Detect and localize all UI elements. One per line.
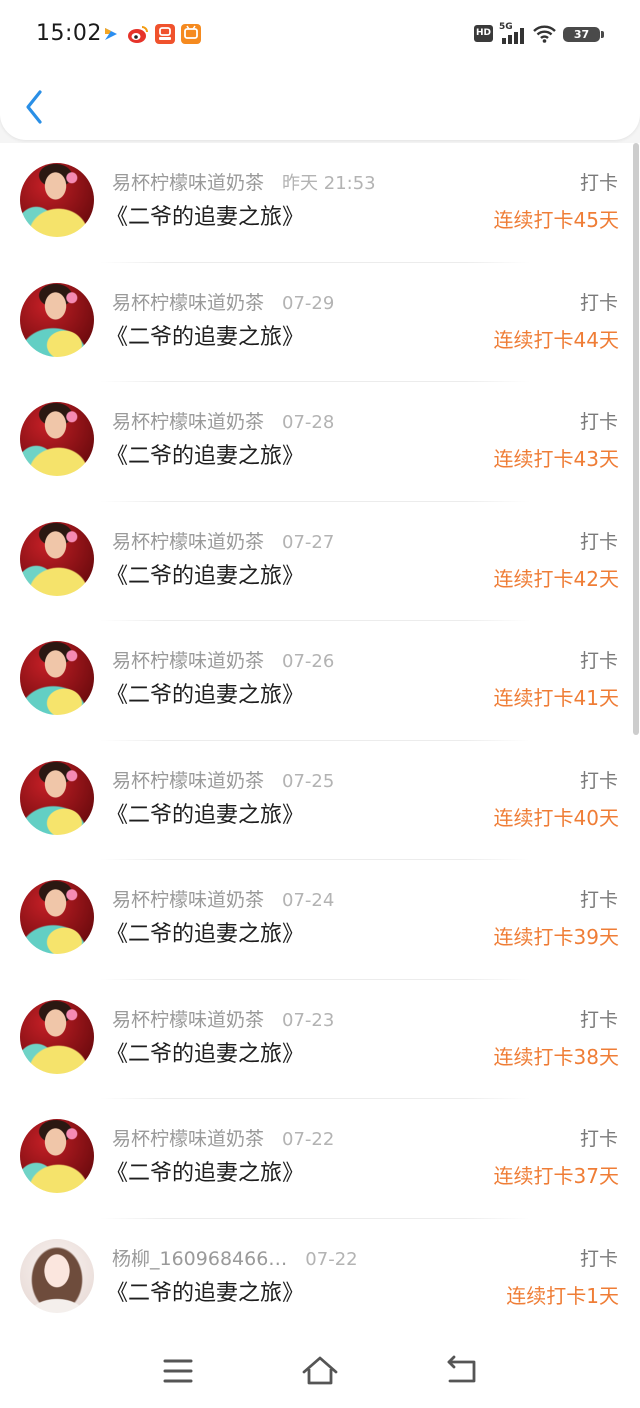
checkin-streak: 连续打卡42天 (493, 566, 619, 591)
meta-line: 易杯柠檬味道奶茶 07-27 (112, 529, 334, 555)
checkin-streak: 连续打卡45天 (493, 208, 619, 232)
avatar[interactable] (20, 163, 94, 237)
meta-line: 易杯柠檬味道奶茶 昨天 21:53 (112, 170, 376, 196)
user-name: 易杯柠檬味道奶茶 (112, 769, 265, 792)
list-item[interactable]: 易杯柠檬味道奶茶 昨天 21:53 《二爷的追妻之旅》 打卡 连续打卡45天 (0, 143, 640, 263)
checkin-label: 打卡 (579, 769, 618, 792)
meta-line: 易杯柠檬味道奶茶 07-24 (112, 887, 334, 913)
timestamp: 昨天 21:53 (282, 173, 376, 194)
timestamp: 07-22 (305, 1248, 358, 1270)
avatar[interactable] (20, 1119, 94, 1193)
timestamp: 07-27 (282, 531, 335, 553)
list-item[interactable]: 易杯柠檬味道奶茶 07-29 《二爷的追妻之旅》 打卡 连续打卡44天 (0, 263, 640, 382)
list-item[interactable]: 易杯柠檬味道奶茶 07-22 《二爷的追妻之旅》 打卡 连续打卡37天 (0, 1099, 640, 1219)
return-icon[interactable] (438, 1350, 486, 1396)
app-arrow-icon (105, 28, 117, 40)
checkin-label: 打卡 (579, 1128, 618, 1150)
meta-line: 易杯柠檬味道奶茶 07-28 (112, 409, 334, 435)
checkin-streak: 连续打卡37天 (493, 1164, 619, 1188)
checkin-streak: 连续打卡39天 (493, 925, 619, 949)
checkin-streak: 连续打卡40天 (493, 805, 619, 830)
battery-icon: 37 (563, 27, 600, 42)
checkin-label: 打卡 (579, 530, 618, 553)
book-title: 《二爷的追妻之旅》 (106, 1041, 305, 1067)
checkin-label: 打卡 (579, 1247, 618, 1270)
list-item[interactable]: 易杯柠檬味道奶茶 07-23 《二爷的追妻之旅》 打卡 连续打卡38天 (0, 980, 640, 1099)
timestamp: 07-24 (282, 890, 335, 911)
checkin-list: 易杯柠檬味道奶茶 昨天 21:53 《二爷的追妻之旅》 打卡 连续打卡45天 易杯… (0, 143, 640, 1338)
top-header: 15:02 HD 5G 37 (0, 0, 640, 140)
user-name: 易杯柠檬味道奶茶 (112, 1128, 265, 1150)
timestamp: 07-29 (282, 292, 335, 314)
book-title: 《二爷的追妻之旅》 (106, 563, 305, 589)
meta-line: 易杯柠檬味道奶茶 07-29 (112, 290, 334, 316)
user-name: 易杯柠檬味道奶茶 (112, 650, 265, 672)
list-item[interactable]: 杨柳_160968466… 07-22 《二爷的追妻之旅》 打卡 连续打卡1天 (0, 1219, 640, 1339)
meta-line: 易杯柠檬味道奶茶 07-25 (112, 768, 334, 794)
user-name: 易杯柠檬味道奶茶 (112, 172, 265, 194)
checkin-streak: 连续打卡1天 (506, 1283, 619, 1308)
signal-icon (502, 28, 524, 44)
meta-line: 易杯柠檬味道奶茶 07-23 (112, 1007, 334, 1033)
user-name: 易杯柠檬味道奶茶 (112, 291, 265, 314)
list-item[interactable]: 易杯柠檬味道奶茶 07-28 《二爷的追妻之旅》 打卡 连续打卡43天 (0, 382, 640, 502)
book-title: 《二爷的追妻之旅》 (106, 1280, 305, 1306)
checkin-label: 打卡 (579, 889, 618, 911)
meta-line: 易杯柠檬味道奶茶 07-22 (112, 1126, 334, 1152)
book-title: 《二爷的追妻之旅》 (106, 205, 305, 230)
timestamp: 07-25 (282, 770, 335, 792)
book-title: 《二爷的追妻之旅》 (106, 683, 305, 708)
system-nav-bar (0, 1338, 640, 1408)
avatar[interactable] (20, 999, 94, 1074)
home-icon[interactable] (296, 1350, 344, 1396)
scrollbar[interactable] (633, 143, 639, 735)
user-name: 易杯柠檬味道奶茶 (112, 1008, 265, 1031)
weibo-icon (128, 26, 148, 43)
book-title: 《二爷的追妻之旅》 (106, 1161, 305, 1186)
checkin-label: 打卡 (579, 291, 618, 314)
user-name: 杨柳_160968466… (112, 1247, 288, 1270)
back-chevron-icon[interactable] (18, 84, 54, 130)
checkin-streak: 连续打卡44天 (493, 327, 619, 352)
app-badge-icon (155, 24, 175, 44)
timestamp: 07-22 (282, 1129, 335, 1150)
book-title: 《二爷的追妻之旅》 (106, 922, 305, 947)
list-item[interactable]: 易杯柠檬味道奶茶 07-27 《二爷的追妻之旅》 打卡 连续打卡42天 (0, 502, 640, 621)
meta-line: 易杯柠檬味道奶茶 07-26 (112, 648, 334, 674)
avatar[interactable] (20, 282, 94, 357)
avatar[interactable] (20, 880, 94, 954)
status-time: 15:02 (36, 21, 102, 46)
checkin-streak: 连续打卡43天 (493, 447, 619, 471)
avatar[interactable] (20, 760, 94, 835)
list-item[interactable]: 易杯柠檬味道奶茶 07-25 《二爷的追妻之旅》 打卡 连续打卡40天 (0, 741, 640, 860)
checkin-streak: 连续打卡38天 (493, 1044, 619, 1069)
wifi-icon (533, 25, 556, 43)
timestamp: 07-28 (282, 412, 335, 433)
checkin-label: 打卡 (579, 411, 618, 433)
book-title: 《二爷的追妻之旅》 (106, 444, 305, 469)
checkin-streak: 连续打卡41天 (493, 686, 619, 710)
avatar[interactable] (20, 521, 94, 596)
timestamp: 07-26 (282, 651, 335, 672)
meta-line: 杨柳_160968466… 07-22 (112, 1246, 358, 1272)
user-name: 易杯柠檬味道奶茶 (112, 411, 265, 433)
book-title: 《二爷的追妻之旅》 (106, 802, 305, 828)
avatar[interactable] (20, 402, 94, 476)
user-name: 易杯柠檬味道奶茶 (112, 889, 265, 911)
timestamp: 07-23 (282, 1009, 335, 1031)
book-title: 《二爷的追妻之旅》 (106, 324, 305, 350)
checkin-label: 打卡 (579, 172, 618, 194)
battery-tip (601, 31, 604, 38)
hd-badge: HD (474, 25, 493, 42)
user-name: 易杯柠檬味道奶茶 (112, 530, 265, 553)
list-item[interactable]: 易杯柠檬味道奶茶 07-26 《二爷的追妻之旅》 打卡 连续打卡41天 (0, 621, 640, 741)
checkin-label: 打卡 (579, 650, 618, 672)
avatar[interactable] (20, 641, 94, 715)
list-item[interactable]: 易杯柠檬味道奶茶 07-24 《二爷的追妻之旅》 打卡 连续打卡39天 (0, 860, 640, 980)
checkin-label: 打卡 (579, 1008, 618, 1031)
app-tv-icon (181, 24, 201, 44)
menu-icon[interactable] (154, 1350, 202, 1396)
avatar[interactable] (20, 1238, 94, 1313)
